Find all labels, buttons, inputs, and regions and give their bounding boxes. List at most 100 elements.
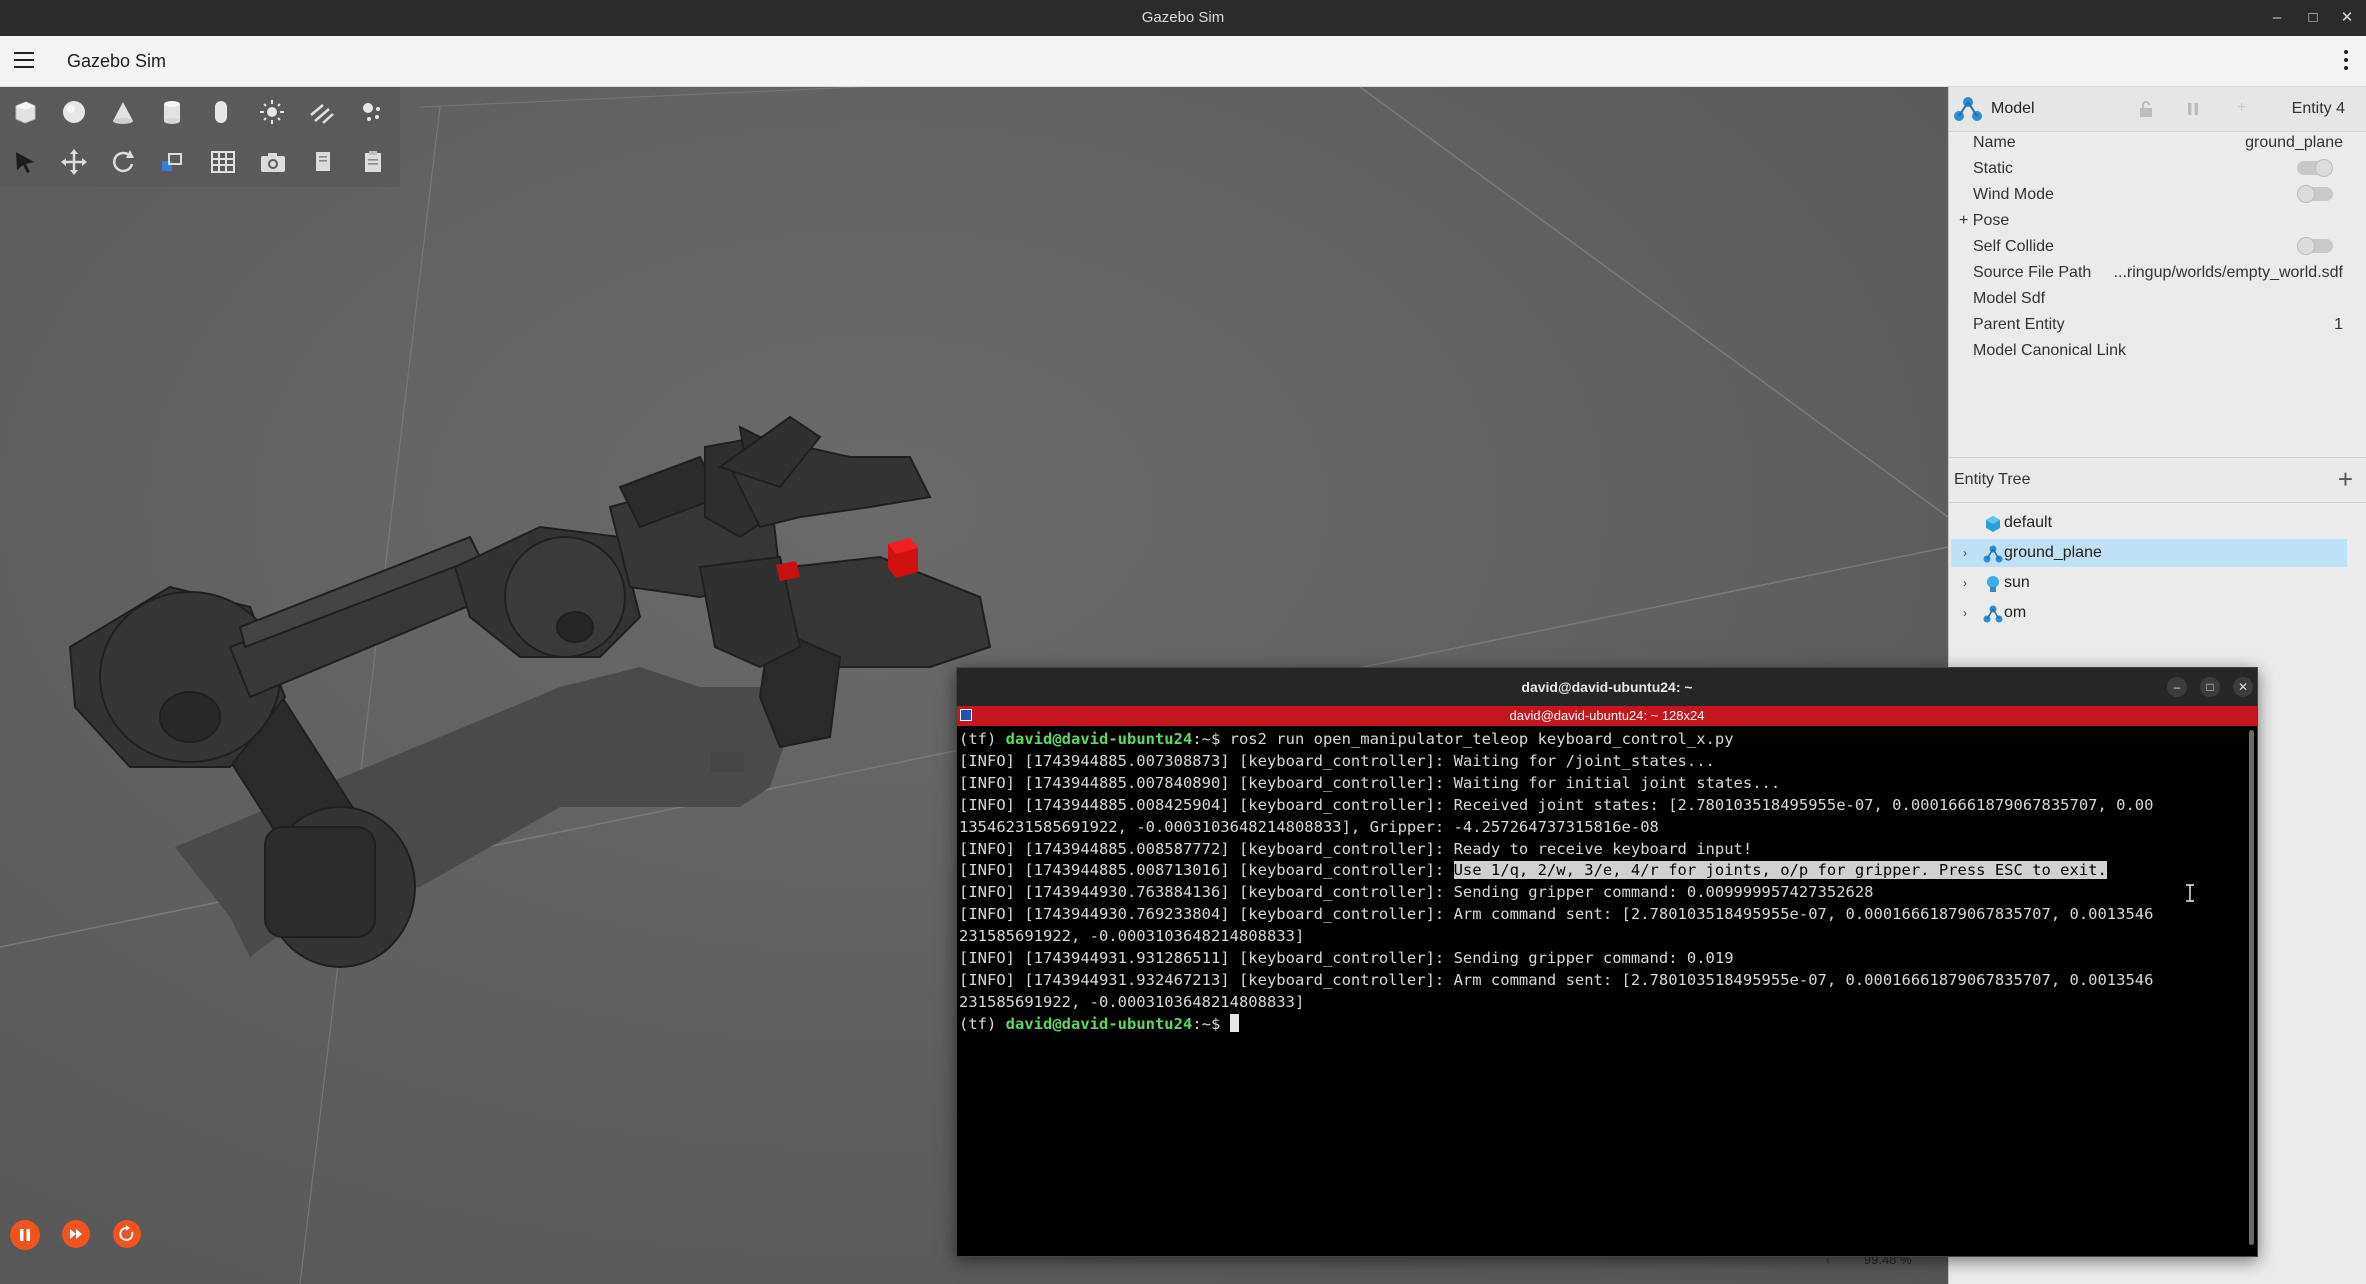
cone-icon[interactable] — [108, 97, 138, 127]
log-line: [INFO] [1743944885.008425904] [keyboard_… — [959, 795, 2154, 814]
prop-label: Self Collide — [1973, 238, 2054, 255]
directional-light-icon[interactable] — [306, 97, 336, 127]
prop-value[interactable]: ground_plane — [2245, 130, 2343, 156]
lock-icon[interactable] — [2139, 101, 2153, 117]
prop-label: Wind Mode — [1973, 186, 2054, 203]
log-line: [INFO] [1743944885.008587772] [keyboard_… — [959, 839, 1753, 858]
prompt-env: (tf) — [959, 730, 1006, 748]
app-header: Gazebo Sim — [0, 36, 2366, 87]
terminal-scrollbar[interactable] — [2249, 730, 2254, 1245]
tree-item-om[interactable]: › om — [1951, 599, 2347, 627]
kebab-icon[interactable] — [2344, 50, 2348, 74]
terminal-title: david@david-ubuntu24: ~ — [1521, 679, 1693, 695]
self-collide-toggle[interactable] — [2297, 237, 2333, 255]
close-button[interactable]: ✕ — [2332, 0, 2362, 36]
point-light-icon[interactable] — [357, 97, 387, 127]
add-icon[interactable]: + — [2237, 99, 2246, 117]
chevron-right-icon[interactable]: › — [1963, 599, 1967, 627]
terminal-titlebar[interactable]: david@david-ubuntu24: ~ – □ ✕ — [957, 668, 2257, 706]
prop-model-sdf: Model Sdf — [1973, 286, 2343, 312]
paste-icon[interactable] — [358, 147, 388, 177]
reset-icon[interactable] — [113, 1220, 141, 1248]
prop-model-canonical-link: Model Canonical Link — [1973, 338, 2343, 364]
select-icon[interactable] — [10, 147, 40, 177]
prop-static: Static — [1973, 156, 2343, 182]
prop-pose[interactable]: + Pose — [1959, 208, 2329, 234]
log-line: 13546231585691922, -0.000310364821480883… — [959, 817, 1659, 836]
log-line: [INFO] [1743944885.007840890] [keyboard_… — [959, 773, 1781, 792]
terminal-tab-title: david@david-ubuntu24: ~ 128x24 — [1509, 708, 1705, 723]
prop-parent-entity: Parent Entity 1 — [1973, 312, 2343, 338]
prop-value: ...ringup/worlds/empty_world.sdf — [2113, 264, 2343, 281]
rotate-icon[interactable] — [108, 147, 138, 177]
hamburger-icon[interactable] — [14, 52, 34, 68]
selected-text[interactable]: Use 1/q, 2/w, 3/e, 4/r for joints, o/p f… — [1453, 861, 2107, 880]
entity-label: Entity 4 — [2291, 100, 2345, 117]
prop-label: + Pose — [1959, 212, 2010, 229]
model-icon — [1983, 604, 2003, 624]
tree-item-sun[interactable]: › sun — [1951, 569, 2347, 597]
prop-label: Name — [1973, 134, 2016, 151]
cylinder-icon[interactable] — [157, 97, 187, 127]
terminal-minimize-button[interactable]: – — [2167, 677, 2187, 697]
prompt-suffix: :~$ — [1192, 1014, 1230, 1033]
log-line: [INFO] [1743944931.931286511] [keyboard_… — [959, 949, 1734, 968]
terminal-tab[interactable]: david@david-ubuntu24: ~ 128x24 — [957, 706, 2257, 726]
terminal-window[interactable]: david@david-ubuntu24: ~ – □ ✕ david@davi… — [956, 667, 2258, 1257]
scale-icon[interactable] — [157, 147, 187, 177]
prop-label: Parent Entity — [1973, 316, 2065, 333]
model-label: Model — [1991, 100, 2035, 117]
entity-tree-header: Entity Tree + — [1949, 457, 2366, 503]
terminal-maximize-button[interactable]: □ — [2200, 677, 2220, 697]
text-cursor-icon — [2185, 883, 2195, 903]
prop-label: Source File Path — [1973, 264, 2092, 281]
pause-icon[interactable] — [10, 1220, 40, 1250]
terminal-close-button[interactable]: ✕ — [2233, 677, 2253, 697]
log-line: [INFO] [1743944885.007308873] [keyboard_… — [959, 751, 1715, 770]
tree-item-ground-plane[interactable]: › ground_plane — [1951, 539, 2347, 567]
log-line: 231585691922, -0.0003103648214808833] — [959, 927, 1305, 946]
prompt-env: (tf) — [959, 1014, 1006, 1033]
world-cube-icon — [1983, 514, 2003, 534]
static-toggle[interactable] — [2297, 159, 2333, 177]
maximize-button[interactable]: □ — [2298, 0, 2328, 36]
camera-icon[interactable] — [258, 147, 288, 177]
capsule-icon[interactable] — [206, 97, 236, 127]
translate-icon[interactable] — [59, 147, 89, 177]
log-line: [INFO] [1743944931.932467213] [keyboard_… — [959, 970, 2154, 989]
window-title: Gazebo Sim — [1141, 9, 1225, 26]
tree-item-label: om — [2004, 604, 2027, 621]
component-inspector-header: Model + Entity 4 — [1949, 87, 2366, 132]
prop-source-file-path: Source File Path ...ringup/worlds/empty_… — [1973, 260, 2343, 286]
shapes-toolbar — [0, 87, 400, 137]
prop-label: Static — [1973, 160, 2014, 177]
sun-light-icon[interactable] — [257, 97, 287, 127]
app-title: Gazebo Sim — [67, 51, 167, 71]
sphere-icon[interactable] — [59, 97, 89, 127]
tree-item-label: default — [2004, 514, 2053, 531]
copy-icon[interactable] — [308, 147, 338, 177]
prompt-user: david@david-ubuntu24 — [1005, 730, 1193, 748]
command-text: ros2 run open_manipulator_teleop keyboar… — [1229, 730, 1734, 748]
plus-icon[interactable]: + — [2338, 464, 2353, 494]
step-forward-icon[interactable] — [62, 1220, 90, 1248]
wind-mode-toggle[interactable] — [2297, 185, 2333, 203]
prompt-user: david@david-ubuntu24 — [1005, 1014, 1193, 1033]
model-icon — [1953, 95, 1983, 123]
box-icon[interactable] — [10, 97, 40, 127]
minimize-button[interactable]: – — [2262, 0, 2292, 36]
log-line: [INFO] [1743944930.769233804] [keyboard_… — [959, 905, 2154, 924]
chevron-right-icon[interactable]: › — [1963, 569, 1967, 597]
tree-item-default[interactable]: default — [1951, 509, 2347, 537]
prop-value: 1 — [2334, 316, 2343, 333]
light-bulb-icon — [1983, 574, 2003, 594]
grid-snap-icon[interactable] — [208, 147, 238, 177]
prop-name: Name ground_plane — [1973, 130, 2343, 156]
tree-item-label: sun — [2004, 574, 2030, 591]
log-line: [INFO] [1743944930.763884136] [keyboard_… — [959, 883, 1874, 902]
chevron-right-icon[interactable]: › — [1963, 539, 1967, 567]
red-cube[interactable] — [888, 538, 918, 578]
pause-update-icon[interactable] — [2185, 101, 2201, 117]
terminal-output[interactable]: (tf) david@david-ubuntu24:~$ ros2 run op… — [959, 729, 2239, 1249]
model-icon — [1983, 544, 2003, 564]
